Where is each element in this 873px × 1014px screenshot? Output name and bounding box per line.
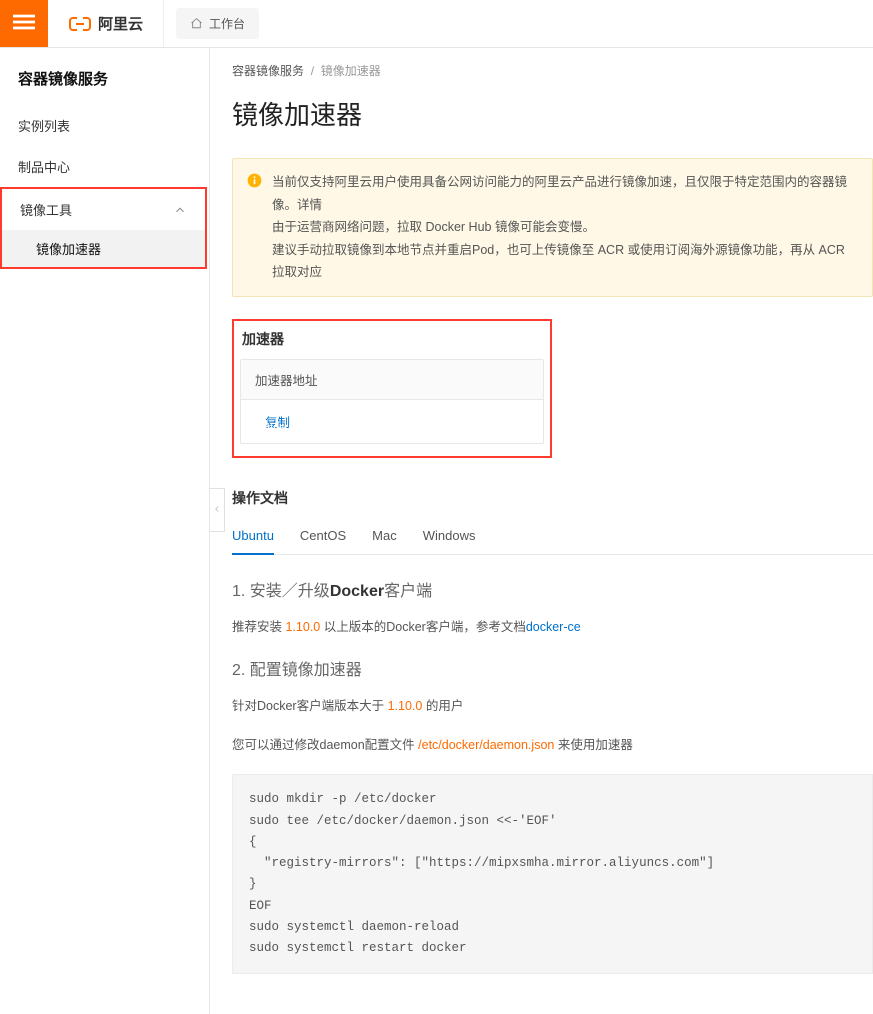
step-1-heading: 1. 安装／升级Docker客户端 bbox=[232, 577, 873, 601]
chevron-left-icon bbox=[212, 502, 222, 519]
sidebar-item-label: 制品中心 bbox=[18, 157, 70, 176]
chevron-up-icon bbox=[173, 203, 187, 217]
alert-text: 当前仅支持阿里云用户使用具备公网访问能力的阿里云产品进行镜像加速，且仅限于特定范… bbox=[272, 171, 858, 284]
sidebar-item-instances[interactable]: 实例列表 bbox=[0, 105, 209, 146]
tab-ubuntu[interactable]: Ubuntu bbox=[232, 522, 274, 555]
breadcrumb-root[interactable]: 容器镜像服务 bbox=[232, 64, 304, 78]
sidebar-subitem-accelerator[interactable]: 镜像加速器 bbox=[2, 230, 205, 267]
main-content: 容器镜像服务 / 镜像加速器 镜像加速器 当前仅支持阿里云用户使用具备公网访问能… bbox=[210, 48, 873, 1014]
page-title: 镜像加速器 bbox=[232, 95, 873, 132]
sidebar-service-title: 容器镜像服务 bbox=[0, 62, 209, 105]
workbench-button[interactable]: 工作台 bbox=[176, 8, 259, 39]
step-1-text: 推荐安装 1.10.0 以上版本的Docker客户端，参考文档docker-ce bbox=[232, 617, 873, 638]
top-bar: 阿里云 工作台 bbox=[0, 0, 873, 48]
brand-name: 阿里云 bbox=[98, 13, 143, 34]
accelerator-address-header: 加速器地址 bbox=[241, 360, 543, 400]
code-block[interactable]: sudo mkdir -p /etc/docker sudo tee /etc/… bbox=[232, 774, 873, 974]
sidebar-collapse-button[interactable] bbox=[210, 488, 225, 532]
accelerator-box-highlight: 加速器 加速器地址 https://* 复制 bbox=[232, 319, 552, 458]
sidebar-item-label: 镜像工具 bbox=[20, 200, 72, 219]
step-2-heading: 2. 配置镜像加速器 bbox=[232, 656, 873, 680]
brand[interactable]: 阿里云 bbox=[48, 0, 164, 47]
sidebar-item-label: 镜像加速器 bbox=[36, 242, 101, 257]
accelerator-address-row: https://* 复制 bbox=[241, 400, 543, 443]
os-tabs: Ubuntu CentOS Mac Windows bbox=[232, 522, 873, 555]
breadcrumb: 容器镜像服务 / 镜像加速器 bbox=[232, 62, 873, 79]
highlighted-sidebar-group: 镜像工具 镜像加速器 bbox=[0, 187, 207, 269]
breadcrumb-current: 镜像加速器 bbox=[321, 64, 381, 78]
sidebar-item-label: 实例列表 bbox=[18, 116, 70, 135]
hamburger-icon bbox=[13, 11, 35, 36]
step-2-text-1: 针对Docker客户端版本大于 1.10.0 的用户 bbox=[232, 696, 873, 717]
workbench-label: 工作台 bbox=[209, 15, 245, 32]
info-alert: 当前仅支持阿里云用户使用具备公网访问能力的阿里云产品进行镜像加速，且仅限于特定范… bbox=[232, 158, 873, 297]
tab-centos[interactable]: CentOS bbox=[300, 522, 346, 554]
docs-title: 操作文档 bbox=[232, 488, 873, 508]
tab-mac[interactable]: Mac bbox=[372, 522, 397, 554]
home-icon bbox=[190, 17, 203, 30]
sidebar: 容器镜像服务 实例列表 制品中心 镜像工具 镜像加速器 bbox=[0, 48, 210, 1014]
info-icon bbox=[247, 173, 262, 188]
sidebar-item-image-tools[interactable]: 镜像工具 bbox=[2, 189, 205, 230]
accelerator-title: 加速器 bbox=[234, 325, 550, 359]
tab-windows[interactable]: Windows bbox=[423, 522, 476, 554]
menu-toggle-button[interactable] bbox=[0, 0, 48, 47]
step-2-text-2: 您可以通过修改daemon配置文件 /etc/docker/daemon.jso… bbox=[232, 735, 873, 756]
accelerator-table: 加速器地址 https://* 复制 bbox=[240, 359, 544, 444]
docker-ce-link[interactable]: docker-ce bbox=[526, 620, 581, 634]
aliyun-logo-icon bbox=[68, 12, 92, 36]
sidebar-item-products[interactable]: 制品中心 bbox=[0, 146, 209, 187]
